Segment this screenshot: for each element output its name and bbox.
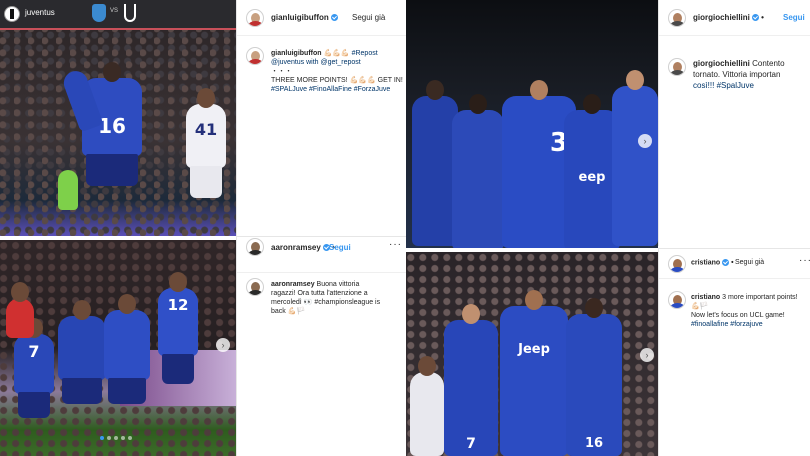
player-huddle-b	[104, 294, 150, 404]
photo-celebration-hug: juventus VS 16 41	[0, 0, 236, 236]
vs-text: VS	[110, 8, 119, 14]
avatar[interactable]	[246, 238, 264, 256]
jersey-number: 41	[194, 120, 218, 139]
player-white	[410, 356, 444, 456]
caption-text: Now let's focus on UCL game!	[691, 312, 785, 319]
username-link[interactable]: giorgiochiellini •	[693, 13, 764, 22]
caption-text: ・・・	[271, 68, 292, 75]
caption: cristiano 3 more important points! 💪🏻🏳️ …	[691, 293, 809, 329]
referee	[6, 282, 34, 338]
player-huddle-a	[58, 300, 106, 404]
avatar[interactable]	[668, 291, 686, 309]
post-header: giorgiochiellini • Segui	[659, 0, 810, 36]
caption-text: mercoledì 👀 #championsleague is	[271, 299, 381, 306]
spal-crest-icon	[92, 4, 106, 22]
caption-text: ragazzi! Ora tutta l'attenzione a	[271, 290, 368, 297]
username-link[interactable]: gianluigibuffon	[271, 13, 338, 22]
caption-username[interactable]: cristiano	[691, 294, 720, 301]
sponsor-text: Jeep	[518, 342, 550, 357]
jersey-number: 7	[28, 342, 40, 361]
caption-hashtags[interactable]: #SPALJuve #FinoAllaFine #ForzaJuve	[271, 85, 401, 94]
photo-chiellini-celebration: 3 eep ›	[406, 0, 658, 248]
post-card-ronaldo: cristiano • Segui già ··· cristiano 3 mo…	[658, 248, 810, 456]
avatar[interactable]	[668, 255, 686, 273]
caption-username[interactable]: aaronramsey	[271, 281, 315, 288]
caption-text: THREE MORE POINTS! 💪🏻💪🏻💪🏻 GET IN!	[271, 77, 403, 84]
caption-text: Buona vittoria	[316, 281, 360, 288]
verified-badge-icon	[330, 14, 338, 22]
username-link[interactable]: cristiano •	[691, 259, 734, 266]
avatar[interactable]	[668, 9, 686, 27]
post-card-buffon: gianluigibuffon Segui già gianluigibuffo…	[236, 0, 406, 236]
follow-button[interactable]: Segui	[783, 13, 805, 22]
caption-username[interactable]: giorgiochiellini	[693, 59, 750, 68]
verified-badge-icon	[722, 259, 730, 266]
caption-hashtags[interactable]: così!!! #SpalJuve	[693, 80, 810, 91]
goalkeeper	[58, 170, 78, 210]
avatar[interactable]	[246, 278, 264, 296]
more-options-icon[interactable]: ···	[799, 255, 810, 266]
jersey-number: 16	[584, 436, 604, 451]
verified-badge-icon	[751, 14, 759, 22]
following-button[interactable]: Segui già	[352, 13, 385, 22]
post-card-ramsey: aaronramsey • Segui ··· aaronramsey Buon…	[236, 236, 406, 456]
photo-team-huddle: 7 12 ›	[0, 240, 236, 456]
post-header: cristiano • Segui già ···	[659, 249, 810, 279]
juventus-logo-icon	[124, 4, 136, 22]
collage: juventus VS 16 41 7 12 › gianluigibuffon…	[0, 0, 810, 456]
player-12: 12	[158, 272, 198, 384]
player-7: 7	[14, 318, 54, 418]
avatar[interactable]	[668, 58, 686, 76]
caption-text: @juventus with @get_repost	[271, 59, 361, 66]
caption-text: 3 more important points!	[722, 294, 798, 301]
jersey-number: 7	[466, 436, 476, 452]
more-options-icon[interactable]: ···	[389, 239, 402, 250]
username[interactable]: aaronramsey	[271, 243, 321, 252]
juventus-header: juventus VS	[0, 0, 236, 30]
follow-button[interactable]: Segui	[329, 243, 351, 252]
username[interactable]: cristiano	[691, 259, 720, 266]
post-header: aaronramsey • Segui ···	[237, 237, 406, 273]
post-card-chiellini: giorgiochiellini • Segui giorgiochiellin…	[658, 0, 810, 246]
username-link[interactable]: aaronramsey •	[271, 243, 335, 252]
caption: giorgiochiellini Contento tornato. Vitto…	[693, 58, 810, 91]
username[interactable]: gianluigibuffon	[271, 13, 329, 22]
caption-text: Contento	[752, 59, 785, 68]
caption-hashtags[interactable]: #finoallafine #forzajuve	[691, 320, 809, 329]
avatar[interactable]	[246, 9, 264, 27]
carousel-next-icon[interactable]: ›	[640, 348, 654, 362]
carousel-next-icon[interactable]: ›	[638, 134, 652, 148]
caption: aaronramsey Buona vittoria ragazzi! Ora …	[271, 280, 401, 316]
caption-text: 💪🏻🏳️	[691, 303, 709, 310]
player-ronaldo: Jeep	[500, 290, 568, 456]
caption-text: tornato. Vittoria importan	[693, 70, 781, 79]
photo-ronaldo-ramsey: 7 Jeep 16 ›	[406, 252, 658, 456]
caption-text: 💪🏻💪🏻💪🏻 #Repost	[323, 50, 378, 57]
caption: gianluigibuffon 💪🏻💪🏻💪🏻 #Repost @juventus…	[271, 49, 403, 94]
following-button[interactable]: Segui già	[735, 259, 764, 266]
carousel-dots	[100, 436, 132, 440]
caption-text: back 💪🏻🏳️	[271, 308, 306, 315]
post-header: gianluigibuffon Segui già	[237, 0, 406, 36]
carousel-next-icon[interactable]: ›	[216, 338, 230, 352]
caption-username[interactable]: gianluigibuffon	[271, 50, 322, 57]
jersey-number: 12	[167, 296, 189, 314]
player-41: 41	[186, 88, 226, 198]
player-cuadrado: 16	[566, 298, 622, 456]
player-ramsey: 7	[444, 304, 498, 456]
username[interactable]: giorgiochiellini	[693, 13, 750, 22]
juventus-username[interactable]: juventus	[25, 8, 55, 17]
juventus-avatar[interactable]	[4, 6, 20, 22]
player-right	[612, 70, 658, 246]
player-back	[452, 94, 504, 248]
avatar[interactable]	[246, 47, 264, 65]
